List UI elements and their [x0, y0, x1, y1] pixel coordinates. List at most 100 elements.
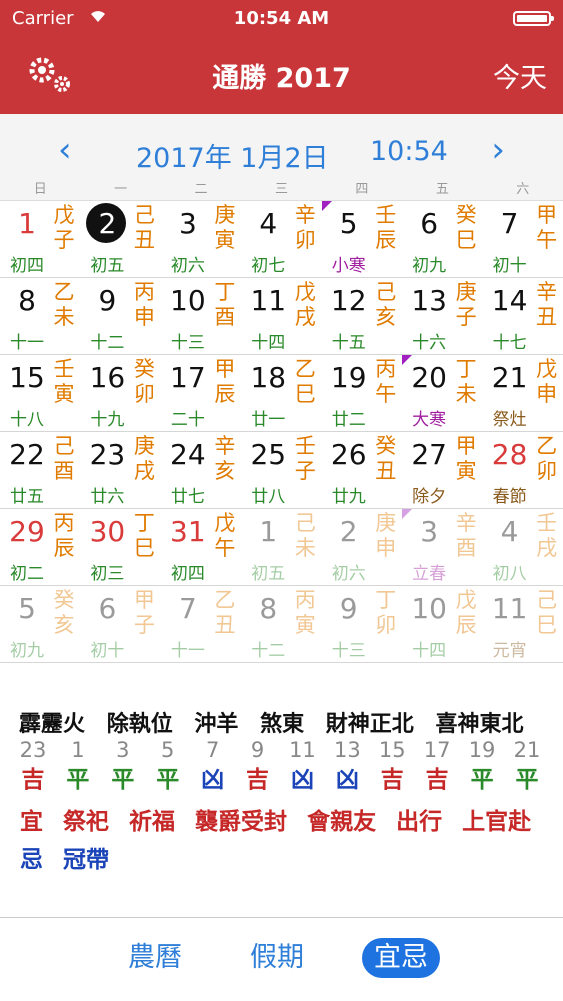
stem-branch-label: 戊子	[53, 203, 75, 252]
stem-branch-label: 戊戌	[294, 280, 316, 329]
calendar-day[interactable]: 6 癸巳 初九	[402, 201, 482, 277]
calendar-day[interactable]: 4 壬戌 初八	[483, 509, 563, 585]
stem-branch-label: 壬子	[294, 434, 316, 483]
day-number: 11	[491, 592, 528, 625]
page-title: 通勝 2017	[212, 63, 351, 94]
calendar-day[interactable]: 26 癸丑 廿九	[322, 432, 402, 508]
calendar-day[interactable]: 7 乙丑 十一	[161, 586, 241, 662]
lunar-date-label: 初六	[331, 564, 366, 584]
activity-item: 襲爵受封	[195, 809, 288, 835]
stem-branch-label: 乙巳	[294, 357, 316, 406]
calendar-day[interactable]: 4 辛卯 初七	[241, 201, 321, 277]
lunar-date-label: 初九	[10, 641, 44, 661]
battery-icon	[513, 11, 554, 26]
stem-branch-label: 乙卯	[536, 434, 558, 483]
calendar-day[interactable]: 6 甲子 初十	[80, 586, 160, 662]
calendar-day[interactable]: 2 庚申 初六	[322, 509, 402, 585]
calendar-day[interactable]: 31 戊午 初四	[161, 509, 241, 585]
tab-holidays[interactable]: 假期	[238, 938, 316, 978]
tab-lunar[interactable]: 農曆	[116, 938, 194, 978]
day-number: 8	[259, 592, 278, 625]
calendar-day[interactable]: 18 乙巳 廿一	[241, 355, 321, 431]
calendar-day[interactable]: 25 壬子 廿八	[241, 432, 321, 508]
lunar-date-label: 十三	[331, 641, 366, 661]
calendar-day[interactable]: 1 己未 初五	[241, 509, 321, 585]
calendar-week-row: 29 丙辰 初二 30 丁巳 初三 31 戊午 初四 1 己未 初五 2 庚申 初六 3 辛酉 立春 4 壬戌 初八	[0, 509, 563, 586]
calendar-day[interactable]: 19 丙午 廿二	[322, 355, 402, 431]
hour-fortune-row: 23 吉 1 平 3 平 5 平 7 凶 9 吉 11 凶 13 凶 15 吉 17 吉 19 平 21 平	[15, 738, 545, 794]
hour-fortune: 19 平	[464, 738, 500, 794]
calendar-day[interactable]: 11 己巳 元宵	[483, 586, 563, 662]
calendar-day[interactable]: 10 戊辰 十四	[402, 586, 482, 662]
calendar-day[interactable]: 9 丁卯 十三	[322, 586, 402, 662]
calendar-day[interactable]: 10 丁酉 十三	[161, 278, 241, 354]
next-month-button[interactable]: ›	[491, 130, 505, 170]
day-number: 26	[330, 438, 367, 471]
calendar-day-selected[interactable]: 2 己丑 初五	[80, 201, 160, 277]
hour-fortune-value: 平	[66, 767, 90, 793]
calendar-day[interactable]: 15 壬寅 十八	[0, 355, 80, 431]
stem-branch-label: 庚申	[375, 511, 397, 560]
lunar-date-label: 廿七	[170, 487, 205, 507]
lunar-date-label: 大寒	[412, 410, 447, 430]
calendar-day[interactable]: 3 庚寅 初六	[161, 201, 241, 277]
calendar-day[interactable]: 12 己亥 十五	[322, 278, 402, 354]
lunar-date-label: 春節	[492, 487, 527, 507]
lunar-date-label: 十一	[170, 641, 205, 661]
summary-item: 煞東	[260, 712, 305, 737]
weekday-header: 日 一 二 三 四 五 六	[0, 178, 563, 198]
lunar-date-label: 祭灶	[492, 410, 527, 430]
lunar-date-label: 二十	[170, 410, 205, 430]
calendar-day[interactable]: 8 丙寅 十二	[241, 586, 321, 662]
stem-branch-label: 丙辰	[53, 511, 75, 560]
calendar-day[interactable]: 9 丙申 十二	[80, 278, 160, 354]
calendar-day[interactable]: 5 癸亥 初九	[0, 586, 80, 662]
previous-month-button[interactable]: ‹	[58, 130, 72, 170]
lunar-date-label: 小寒	[331, 256, 366, 276]
weekday-label: 五	[435, 182, 449, 197]
calendar-day[interactable]: 22 己酉 廿五	[0, 432, 80, 508]
day-number: 1	[259, 515, 278, 548]
stem-branch-label: 壬寅	[53, 357, 75, 406]
stem-branch-label: 癸卯	[133, 357, 155, 406]
lunar-date-label: 廿二	[331, 410, 366, 430]
status-bar: Carrier 10:54 AM	[0, 0, 563, 38]
stem-branch-label: 壬辰	[375, 203, 397, 252]
calendar-day[interactable]: 11 戊戌 十四	[241, 278, 321, 354]
calendar-day[interactable]: 28 乙卯 春節	[483, 432, 563, 508]
calendar-day[interactable]: 23 庚戌 廿六	[80, 432, 160, 508]
day-number: 3	[420, 515, 439, 548]
calendar-day[interactable]: 7 甲午 初十	[483, 201, 563, 277]
calendar-day[interactable]: 27 甲寅 除夕	[402, 432, 482, 508]
calendar-day[interactable]: 30 丁巳 初三	[80, 509, 160, 585]
calendar-day[interactable]: 17 甲辰 二十	[161, 355, 241, 431]
stem-branch-label: 辛丑	[536, 280, 558, 329]
calendar-day[interactable]: 20 丁未 大寒	[402, 355, 482, 431]
hour-fortune-value: 吉	[380, 767, 404, 793]
today-button[interactable]: 今天	[493, 56, 547, 95]
stem-branch-label: 己酉	[53, 434, 75, 483]
calendar-day[interactable]: 1 戊子 初四	[0, 201, 80, 277]
weekday-label: 四	[355, 182, 369, 197]
calendar-day[interactable]: 8 乙未 十一	[0, 278, 80, 354]
lunar-date-label: 初八	[492, 564, 527, 584]
calendar-day[interactable]: 14 辛丑 十七	[483, 278, 563, 354]
calendar-day[interactable]: 3 辛酉 立春	[402, 509, 482, 585]
hour-number: 13	[333, 738, 361, 762]
calendar-week-row: 8 乙未 十一 9 丙申 十二 10 丁酉 十三 11 戊戌 十四 12 己亥 十五 13 庚子 十六 14 辛丑 十七	[0, 278, 563, 355]
calendar-day[interactable]: 29 丙辰 初二	[0, 509, 80, 585]
calendar-day[interactable]: 5 壬辰 小寒	[321, 201, 402, 277]
calendar-day[interactable]: 24 辛亥 廿七	[161, 432, 241, 508]
calendar-day[interactable]: 21 戊申 祭灶	[483, 355, 563, 431]
calendar-day[interactable]: 13 庚子 十六	[402, 278, 482, 354]
calendar-day[interactable]: 16 癸卯 十九	[80, 355, 160, 431]
lunar-date-label: 十四	[412, 641, 447, 661]
lunar-date-label: 十七	[492, 333, 527, 353]
day-number: 8	[18, 284, 36, 317]
lunar-date-label: 立春	[412, 564, 447, 584]
lunar-date-label: 初七	[251, 256, 286, 276]
day-number: 27	[411, 438, 447, 471]
day-number: 25	[250, 438, 287, 471]
stem-branch-label: 辛酉	[455, 511, 477, 560]
tab-yiji[interactable]: 宜忌	[362, 938, 440, 978]
